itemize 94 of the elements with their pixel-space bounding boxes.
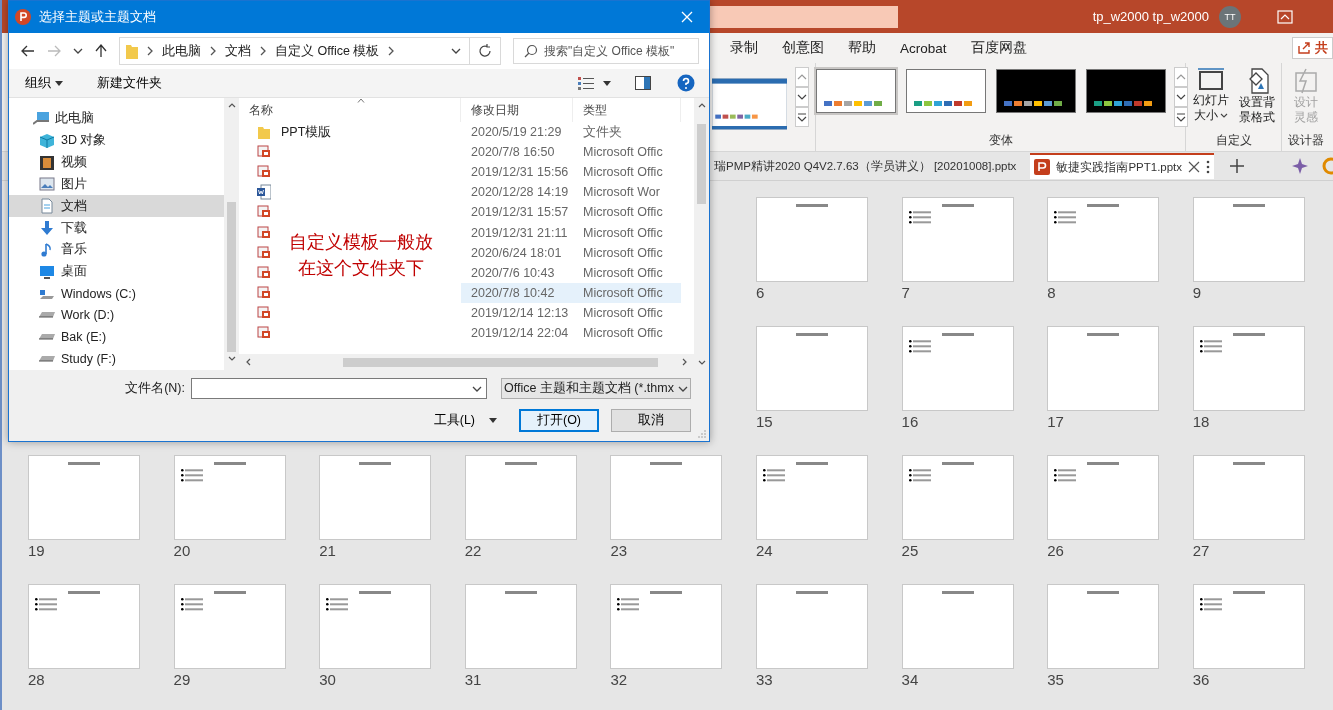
slide-number: 36 — [1192, 671, 1210, 688]
tools-button[interactable]: 工具(L) — [427, 411, 503, 430]
slide-number: 23 — [610, 542, 628, 559]
file-type: Microsoft Offic — [582, 244, 664, 262]
file-type: Microsoft Offic — [573, 282, 681, 303]
slide-number: 28 — [28, 671, 45, 688]
file-type: Microsoft Offic — [582, 264, 664, 282]
slide-number: 27 — [1192, 542, 1210, 559]
slide-number: 33 — [755, 671, 773, 688]
slide-number: 32 — [610, 671, 628, 688]
slide-number: 18 — [1192, 413, 1210, 430]
slide-size-button[interactable]: 幻灯片 大小 — [1190, 67, 1231, 123]
slide-number: 25 — [901, 542, 919, 559]
slide-number: 8 — [1047, 284, 1056, 301]
nav-item[interactable]: 图片 — [9, 173, 224, 196]
document-tab[interactable]: 瑞PMP精讲2020 Q4V2.7.63（学员讲义） [20201008].pptx — [710, 153, 1021, 179]
search-field[interactable]: 搜索"自定义 Office 模板" — [513, 38, 699, 64]
slide-number: 20 — [173, 542, 191, 559]
slide-number: 21 — [319, 542, 336, 559]
slide-number: 35 — [1047, 671, 1064, 688]
format-background-button[interactable]: 设置背 景格式 — [1236, 67, 1277, 125]
breadcrumb-item[interactable]: 自定义 Office 模板 — [275, 42, 380, 60]
nav-item[interactable]: Windows (C:) — [9, 282, 224, 305]
slide-number: 15 — [755, 413, 773, 430]
breadcrumb-item[interactable]: 此电脑 — [162, 42, 201, 60]
file-date: 2020/7/8 16:50 — [470, 144, 556, 162]
file-type: Microsoft Offic — [582, 204, 664, 222]
nav-item[interactable]: 音乐 — [9, 238, 224, 261]
share-button[interactable]: 共 — [1292, 37, 1333, 59]
nav-item[interactable]: 视频 — [9, 151, 224, 174]
slide-number: 22 — [464, 542, 482, 559]
ribbon-tab[interactable]: 创意图 — [782, 39, 824, 57]
nav-item[interactable]: Study (F:) — [9, 348, 224, 370]
file-type: Microsoft Offic — [582, 144, 664, 162]
file-date: 2019/12/31 15:57 — [470, 204, 570, 222]
slide-number: 24 — [755, 542, 773, 559]
nav-item[interactable]: 桌面 — [9, 260, 224, 283]
file-type: Microsoft Offic — [582, 224, 664, 242]
group-label: 设计器 — [1288, 132, 1324, 149]
new-folder-button[interactable]: 新建文件夹 — [91, 72, 168, 94]
window-title: 选择主题或主题文档 — [39, 8, 156, 26]
file-date: 2020/12/28 14:19 — [470, 184, 570, 202]
annotation-text: 在这个文件夹下 — [298, 257, 424, 279]
file-type: Microsoft Offic — [582, 304, 664, 322]
file-type: Microsoft Wor — [582, 184, 661, 202]
nav-item[interactable]: 3D 对象 — [9, 129, 224, 152]
file-date: 2019/12/31 21:11 — [470, 224, 569, 242]
file-date: 2019/12/14 12:13 — [470, 304, 570, 322]
column-header[interactable]: 修改日期 — [461, 98, 573, 122]
nav-item[interactable]: 下载 — [9, 217, 224, 239]
slide-number: 9 — [1192, 284, 1202, 301]
document-tab[interactable]: 敏捷实践指南PPT1.pptx — [1030, 153, 1215, 179]
file-name[interactable]: PPT模版 — [281, 123, 332, 141]
file-type: Microsoft Offic — [582, 325, 664, 342]
ribbon-tab[interactable]: 帮助 — [848, 39, 876, 57]
nav-item[interactable]: Bak (E:) — [9, 326, 224, 349]
open-button[interactable]: 打开(O) — [519, 409, 599, 432]
slide-number: 26 — [1047, 542, 1064, 559]
slide-number: 6 — [755, 284, 765, 301]
file-date: 2020/5/19 21:29 — [470, 124, 563, 142]
breadcrumb-item[interactable]: 文档 — [225, 42, 251, 60]
column-header[interactable]: 名称 — [239, 98, 461, 122]
file-date: 2019/12/31 15:56 — [470, 164, 570, 182]
address-bar[interactable]: 此电脑 文档 自定义 Office 模板 — [119, 37, 501, 65]
filename-label: 文件名(N): — [125, 380, 185, 397]
group-label: 变体 — [988, 132, 1013, 149]
nav-item[interactable]: Work (D:) — [9, 304, 224, 327]
annotation-text: 自定义模板一般放 — [289, 231, 433, 253]
user-name: tp_w2000 tp_w2000 — [1092, 9, 1209, 24]
organize-button[interactable]: 组织 — [19, 72, 69, 94]
slide-number: 31 — [464, 671, 482, 688]
file-date: 2020/7/8 10:42 — [461, 282, 573, 303]
nav-item[interactable]: 此电脑 — [9, 108, 224, 130]
nav-item[interactable]: 文档 — [9, 195, 224, 218]
group-label: 自定义 — [1215, 132, 1252, 149]
ribbon-tab[interactable]: 录制 — [730, 39, 758, 57]
slide-number: 34 — [901, 671, 919, 688]
ribbon-tab[interactable]: 百度网盘 — [970, 39, 1027, 57]
ribbon-tab[interactable]: Acrobat — [900, 40, 947, 56]
slide-number: 30 — [319, 671, 336, 688]
file-type: Microsoft Offic — [582, 164, 664, 182]
file-date: 2020/6/24 18:01 — [470, 244, 563, 262]
slide-number: 7 — [901, 284, 910, 301]
slide-number: 19 — [28, 542, 45, 559]
cancel-button[interactable]: 取消 — [611, 409, 691, 432]
file-type: 文件夹 — [582, 123, 623, 141]
slide-number: 16 — [901, 413, 919, 430]
column-header[interactable]: 类型 — [573, 98, 681, 122]
file-type-dropdown[interactable]: Office 主题和主题文档 (*.thmx — [501, 378, 691, 399]
slide-number: 29 — [173, 671, 191, 688]
file-date: 2020/7/6 10:43 — [470, 264, 556, 282]
file-date: 2019/12/14 22:04 — [470, 325, 570, 342]
slide-number: 17 — [1047, 413, 1064, 430]
avatar[interactable]: TT — [1219, 5, 1241, 28]
